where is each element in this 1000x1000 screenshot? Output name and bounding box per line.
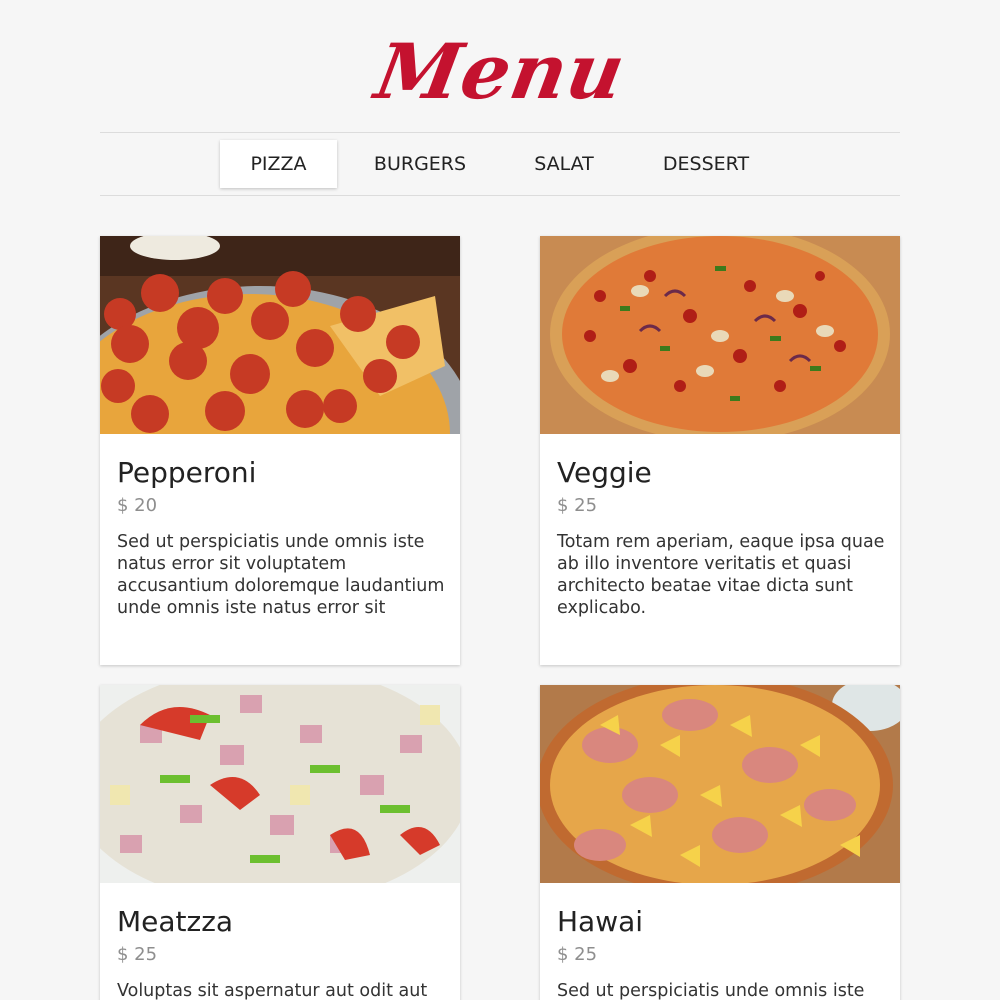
item-price: $ 25 bbox=[557, 944, 598, 965]
item-description: Voluptas sit aspernatur aut odit aut bbox=[117, 981, 428, 1000]
item-description: Sed ut perspiciatis unde omnis iste bbox=[557, 981, 865, 1000]
item-name: Meatzza bbox=[117, 905, 234, 938]
hawaiian-pizza-photo bbox=[540, 685, 900, 883]
item-price: $ 20 bbox=[117, 495, 158, 516]
page-title: Menu bbox=[368, 27, 632, 116]
tab-pizza[interactable]: PIZZA bbox=[220, 140, 337, 188]
tab-burgers[interactable]: BURGERS bbox=[356, 140, 484, 188]
item-name: Hawai bbox=[557, 905, 644, 938]
menu-item-card-pepperoni[interactable]: Pepperoni $ 20 Sed ut perspiciatis unde … bbox=[100, 236, 460, 665]
item-price: $ 25 bbox=[557, 495, 598, 516]
pepperoni-pizza-photo bbox=[100, 236, 460, 434]
tab-salat[interactable]: SALAT bbox=[508, 140, 620, 188]
category-tabs: PIZZA BURGERS SALAT DESSERT bbox=[100, 132, 900, 196]
item-name: Pepperoni bbox=[117, 456, 257, 489]
veggie-pizza-photo bbox=[540, 236, 900, 434]
item-description: Totam rem aperiam, eaque ipsa quae ab il… bbox=[557, 532, 885, 618]
menu-item-card-veggie[interactable]: Veggie $ 25 Totam rem aperiam, eaque ips… bbox=[540, 236, 900, 665]
menu-item-card-hawai[interactable]: Hawai $ 25 Sed ut perspiciatis unde omni… bbox=[540, 685, 900, 1000]
item-price: $ 25 bbox=[117, 944, 158, 965]
tab-dessert[interactable]: DESSERT bbox=[640, 140, 772, 188]
item-name: Veggie bbox=[557, 456, 652, 489]
header: Menu bbox=[0, 22, 1000, 130]
menu-item-card-meatzza[interactable]: Meatzza $ 25 Voluptas sit aspernatur aut… bbox=[100, 685, 460, 1000]
item-description: Sed ut perspiciatis unde omnis iste natu… bbox=[117, 532, 445, 618]
ham-salad-photo bbox=[100, 685, 460, 883]
